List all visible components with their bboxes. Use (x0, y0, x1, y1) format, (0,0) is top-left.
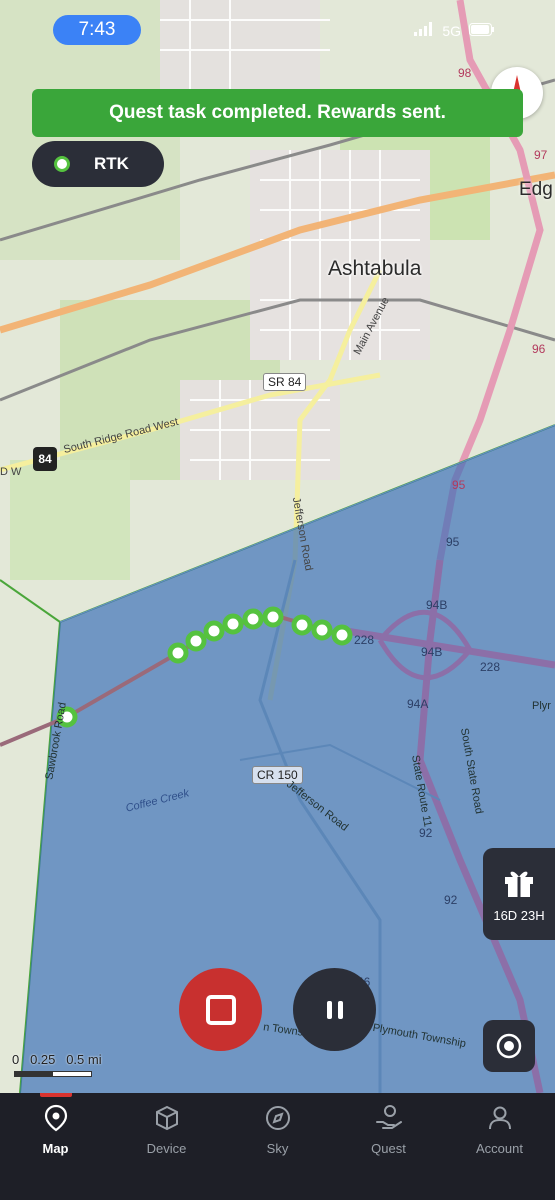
map-scale-labels: 0 0.25 0.5 mi (12, 1052, 102, 1067)
map-scale-bar (14, 1071, 92, 1077)
stop-button[interactable] (179, 968, 262, 1051)
gift-countdown: 16D 23H (493, 908, 545, 923)
nav-tab-account[interactable]: Account (444, 1093, 555, 1200)
hwy-number: 95 (446, 535, 460, 549)
locate-icon (496, 1033, 522, 1059)
gift-button[interactable]: 16D 23H (483, 848, 555, 940)
cube-icon (152, 1103, 182, 1133)
map-pin-icon (41, 1103, 71, 1133)
nav-label-sky: Sky (266, 1141, 289, 1156)
hwy-number: 92 (444, 893, 458, 907)
route-84-shield: 84 (33, 447, 57, 471)
hwy-number: 92 (419, 826, 433, 840)
quest-toast: Quest task completed. Rewards sent. (32, 89, 523, 137)
road-label-sr84: SR 84 (263, 373, 307, 391)
hwy-number: 228 (480, 660, 501, 674)
hwy-number: 96 (532, 342, 546, 356)
road-label-plymouth-edge: Plyr (532, 700, 551, 712)
hwy-number: 94B (421, 645, 443, 659)
battery-icon (469, 22, 495, 39)
status-icons: 5G (414, 22, 495, 39)
nav-tab-device[interactable]: Device (111, 1093, 222, 1200)
nav-active-indicator (40, 1093, 72, 1097)
rtk-status-button[interactable]: RTK (32, 141, 164, 187)
locate-button[interactable] (483, 1020, 535, 1072)
hwy-number: 98 (458, 66, 472, 80)
nav-label-map: Map (42, 1141, 69, 1156)
city-label: Ashtabula (328, 257, 422, 280)
network-label: 5G (442, 22, 461, 39)
signal-icon (414, 22, 434, 39)
hwy-number: 228 (354, 633, 375, 647)
nav-label-quest: Quest (371, 1141, 406, 1156)
nav-label-device: Device (146, 1141, 187, 1156)
rtk-status-dot-icon (54, 156, 70, 172)
hwy-number: 94B (426, 598, 448, 612)
pause-icon (326, 1000, 332, 1019)
nav-tab-map[interactable]: Map (0, 1093, 111, 1200)
stop-icon (205, 994, 236, 1025)
compass-icon (263, 1103, 293, 1133)
rtk-label: RTK (94, 154, 129, 173)
hwy-number: 94A (407, 697, 429, 711)
status-time: 7:43 (78, 19, 116, 40)
pause-button[interactable] (293, 968, 376, 1051)
user-icon (485, 1103, 515, 1133)
pause-icon (337, 1000, 343, 1019)
nav-tab-quest[interactable]: Quest (333, 1093, 444, 1200)
edge-city-label: Edg (519, 179, 553, 200)
hwy-number: 97 (534, 148, 548, 162)
nav-label-account: Account (476, 1141, 523, 1156)
toast-message: Quest task completed. Rewards sent. (109, 102, 446, 123)
quest-hand-icon (374, 1103, 404, 1133)
gift-icon (505, 871, 533, 897)
road-label-left-edge: D W (0, 466, 22, 478)
hwy-number: 95 (452, 478, 466, 492)
status-time-pill: 7:43 (53, 15, 141, 45)
nav-tab-sky[interactable]: Sky (222, 1093, 333, 1200)
bottom-nav: Map Device Sky Quest Account (0, 1093, 555, 1200)
